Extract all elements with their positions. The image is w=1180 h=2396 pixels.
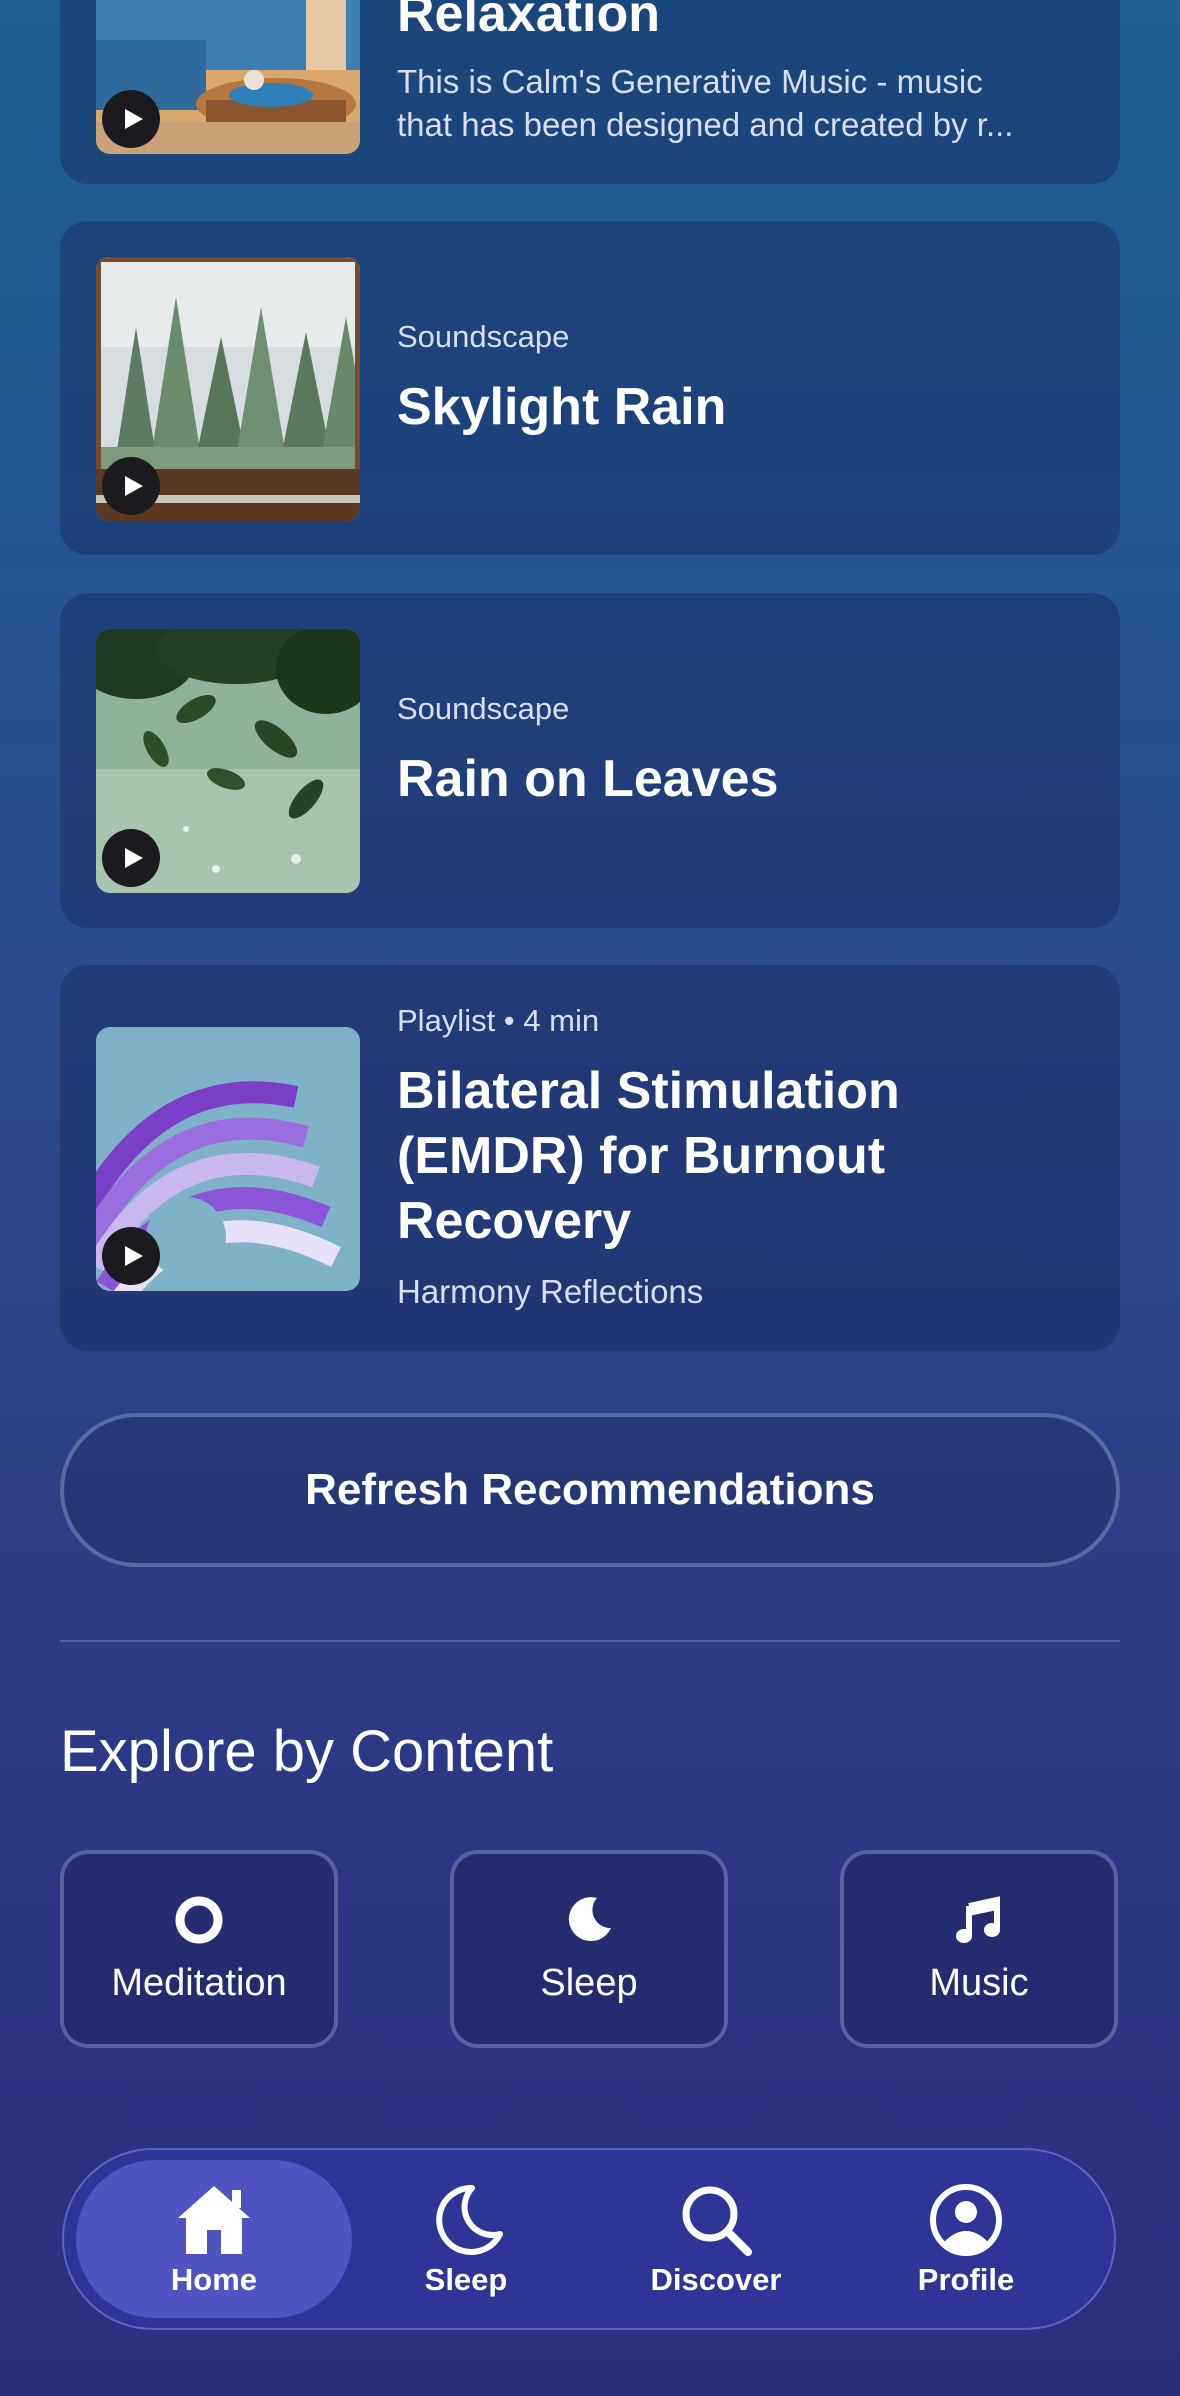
recommendation-card-relaxation[interactable]: Relaxation This is Calm's Generative Mus… (60, 0, 1120, 184)
card-thumbnail (96, 1027, 360, 1291)
card-type: Soundscape (397, 319, 570, 354)
refresh-recommendations-button[interactable]: Refresh Recommendations (60, 1413, 1120, 1567)
explore-tile-meditation[interactable]: Meditation (60, 1850, 338, 2048)
card-title: Relaxation (397, 0, 660, 43)
play-icon[interactable] (102, 829, 160, 887)
section-divider (60, 1640, 1120, 1642)
play-icon[interactable] (102, 90, 160, 148)
play-icon[interactable] (102, 457, 160, 515)
circle-icon (173, 1894, 225, 1946)
card-thumbnail (96, 629, 360, 893)
nav-item-home[interactable]: Home (76, 2160, 352, 2318)
nav-label: Discover (650, 2262, 782, 2297)
nav-item-sleep[interactable]: Sleep (328, 2160, 604, 2318)
nav-label: Sleep (424, 2262, 508, 2297)
search-icon (676, 2180, 756, 2260)
nav-label: Home (170, 2262, 258, 2297)
recommendation-card-bilateral-stimulation[interactable]: Playlist • 4 min Bilateral Stimulation (… (60, 965, 1120, 1351)
play-icon[interactable] (102, 1227, 160, 1285)
profile-icon (926, 2180, 1006, 2260)
card-type: Playlist • 4 min (397, 1003, 600, 1038)
explore-section-title: Explore by Content (60, 1719, 554, 1784)
explore-tile-sleep[interactable]: Sleep (450, 1850, 728, 2048)
nav-item-discover[interactable]: Discover (578, 2160, 854, 2318)
nav-item-profile[interactable]: Profile (828, 2160, 1104, 2318)
recommendation-card-skylight-rain[interactable]: Soundscape Skylight Rain (60, 221, 1120, 555)
explore-tile-music[interactable]: Music (840, 1850, 1118, 2048)
home-icon (174, 2180, 254, 2260)
music-note-icon (953, 1894, 1005, 1946)
card-thumbnail (96, 257, 360, 521)
card-title: Skylight Rain (397, 378, 727, 436)
tile-label: Meditation (111, 1961, 287, 2004)
card-type: Soundscape (397, 691, 570, 726)
moon-icon (563, 1894, 615, 1946)
tile-label: Sleep (540, 1961, 638, 2004)
moon-icon (426, 2180, 506, 2260)
nav-label: Profile (917, 2262, 1015, 2297)
recommendation-card-rain-on-leaves[interactable]: Soundscape Rain on Leaves (60, 593, 1120, 928)
card-description: This is Calm's Generative Music - music … (397, 63, 1014, 143)
bottom-navigation: Home Sleep Discover Profile (62, 2148, 1116, 2330)
card-author: Harmony Reflections (397, 1273, 704, 1310)
tile-label: Music (929, 1961, 1029, 2004)
card-title: Bilateral Stimulation (EMDR) for Burnout… (397, 1062, 900, 1250)
card-title: Rain on Leaves (397, 750, 779, 808)
card-thumbnail (96, 0, 360, 154)
